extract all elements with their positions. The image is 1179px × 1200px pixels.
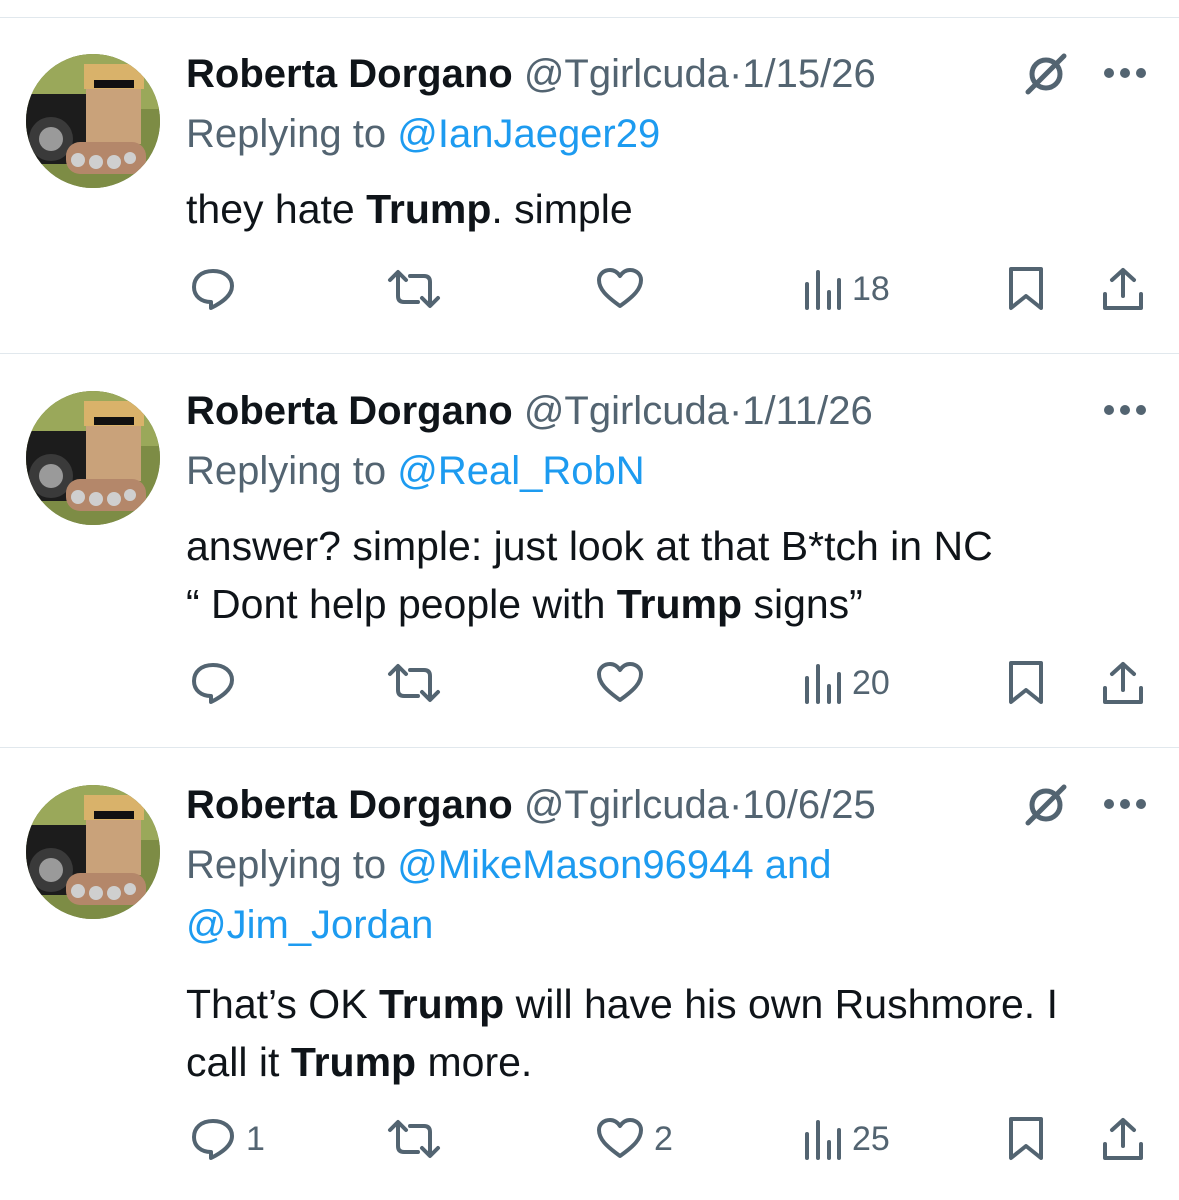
tweet-text-part: call it [186,1039,291,1085]
grok-icon[interactable] [1024,52,1068,96]
mention-link-2[interactable]: @Jim_Jordan [186,903,433,947]
grok-icon[interactable] [1024,783,1068,827]
tweet-text-part: signs” [742,581,863,627]
repost-icon [386,1116,442,1162]
tweet-divider [0,747,1179,748]
reply-button[interactable] [190,658,246,708]
tweet-header: Roberta Dorgano @Tgirlcuda·1/11/26 [186,387,873,435]
like-button[interactable] [596,264,654,314]
bold-term: Trump [290,1039,417,1085]
tweet-text-part: That’s OK [186,981,379,1027]
like-icon [596,1116,644,1162]
bookmark-button[interactable] [1006,1114,1046,1164]
user-handle[interactable]: @Tgirlcuda [524,389,729,433]
like-button[interactable]: 2 [596,1114,673,1164]
top-divider [0,17,1179,18]
repost-button[interactable] [386,1114,452,1164]
like-button[interactable] [596,658,654,708]
action-bar: 18 [0,264,1179,314]
reply-count: 1 [246,1119,265,1158]
views-count: 18 [852,269,890,308]
display-name[interactable]: Roberta Dorgano [186,783,513,827]
share-icon [1100,266,1146,312]
replying-prefix: Replying to [186,843,398,887]
action-bar: 20 [0,658,1179,708]
repost-icon [386,266,442,312]
repost-button[interactable] [386,264,452,314]
display-name[interactable]: Roberta Dorgano [186,389,513,433]
bookmark-icon [1006,266,1046,312]
views-button[interactable]: 18 [802,264,890,314]
separator-dot: · [728,783,743,827]
user-handle[interactable]: @Tgirlcuda [524,52,729,96]
repost-icon [386,660,442,706]
tweet-text: they hate Trump. simple [186,180,1166,238]
separator-dot: · [728,52,743,96]
tweet-text-part: they hate [186,186,367,232]
more-icon[interactable] [1102,66,1148,80]
replying-prefix: Replying to [186,449,398,493]
views-button[interactable]: 20 [802,658,890,708]
tweet-text-part: “ Dont help people with [186,581,617,627]
views-count: 20 [852,663,890,702]
tweet-text-part: . simple [491,186,633,232]
replying-prefix: Replying to [186,112,398,156]
avatar[interactable] [26,785,160,919]
bookmark-icon [1006,660,1046,706]
display-name[interactable]: Roberta Dorgano [186,52,513,96]
avatar[interactable] [26,391,160,525]
more-icon[interactable] [1102,797,1148,811]
views-icon [802,660,842,706]
reply-icon [190,1116,236,1162]
share-button[interactable] [1100,1114,1146,1164]
views-icon [802,266,842,312]
action-bar: 1 2 25 [0,1114,1179,1164]
tweet-divider [0,353,1179,354]
tweet-text: answer? simple: just look at that B*tch … [186,517,1166,633]
tweet-text-part: answer? simple: just look at that B*tch … [186,523,993,569]
share-button[interactable] [1100,264,1146,314]
mention-link[interactable]: @MikeMason96944 and [397,843,831,887]
replying-to: Replying to @MikeMason96944 and @Jim_Jord… [186,835,831,955]
share-icon [1100,660,1146,706]
bookmark-button[interactable] [1006,658,1046,708]
share-button[interactable] [1100,658,1146,708]
reply-button[interactable]: 1 [190,1114,265,1164]
bold-term: Trump [366,186,492,232]
mention-link[interactable]: @Real_RobN [397,449,644,493]
timestamp[interactable]: 1/15/26 [742,52,875,96]
bookmark-button[interactable] [1006,264,1046,314]
more-icon[interactable] [1102,403,1148,417]
avatar[interactable] [26,54,160,188]
timestamp[interactable]: 10/6/25 [742,783,875,827]
repost-button[interactable] [386,658,452,708]
tweet-header: Roberta Dorgano @Tgirlcuda·1/15/26 [186,50,876,98]
separator-dot: · [728,389,743,433]
reply-icon [190,660,236,706]
views-icon [802,1116,842,1162]
bookmark-icon [1006,1116,1046,1162]
timestamp[interactable]: 1/11/26 [742,389,873,433]
reply-button[interactable] [190,264,246,314]
bold-term: Trump [378,981,505,1027]
tweet-text: That’s OK Trump will have his own Rushmo… [186,975,1166,1091]
tweet-text-part: more. [416,1039,533,1085]
views-count: 25 [852,1119,890,1158]
views-button[interactable]: 25 [802,1114,890,1164]
user-handle[interactable]: @Tgirlcuda [524,783,729,827]
tweet-header: Roberta Dorgano @Tgirlcuda·10/6/25 [186,781,876,829]
share-icon [1100,1116,1146,1162]
replying-to: Replying to @IanJaeger29 [186,104,660,164]
like-icon [596,660,644,706]
bold-term: Trump [616,581,743,627]
tweet-text-part: will have his own Rushmore. I [504,981,1058,1027]
mention-link[interactable]: @IanJaeger29 [397,112,660,156]
replying-to: Replying to @Real_RobN [186,441,645,501]
like-icon [596,266,644,312]
like-count: 2 [654,1119,673,1158]
reply-icon [190,266,236,312]
